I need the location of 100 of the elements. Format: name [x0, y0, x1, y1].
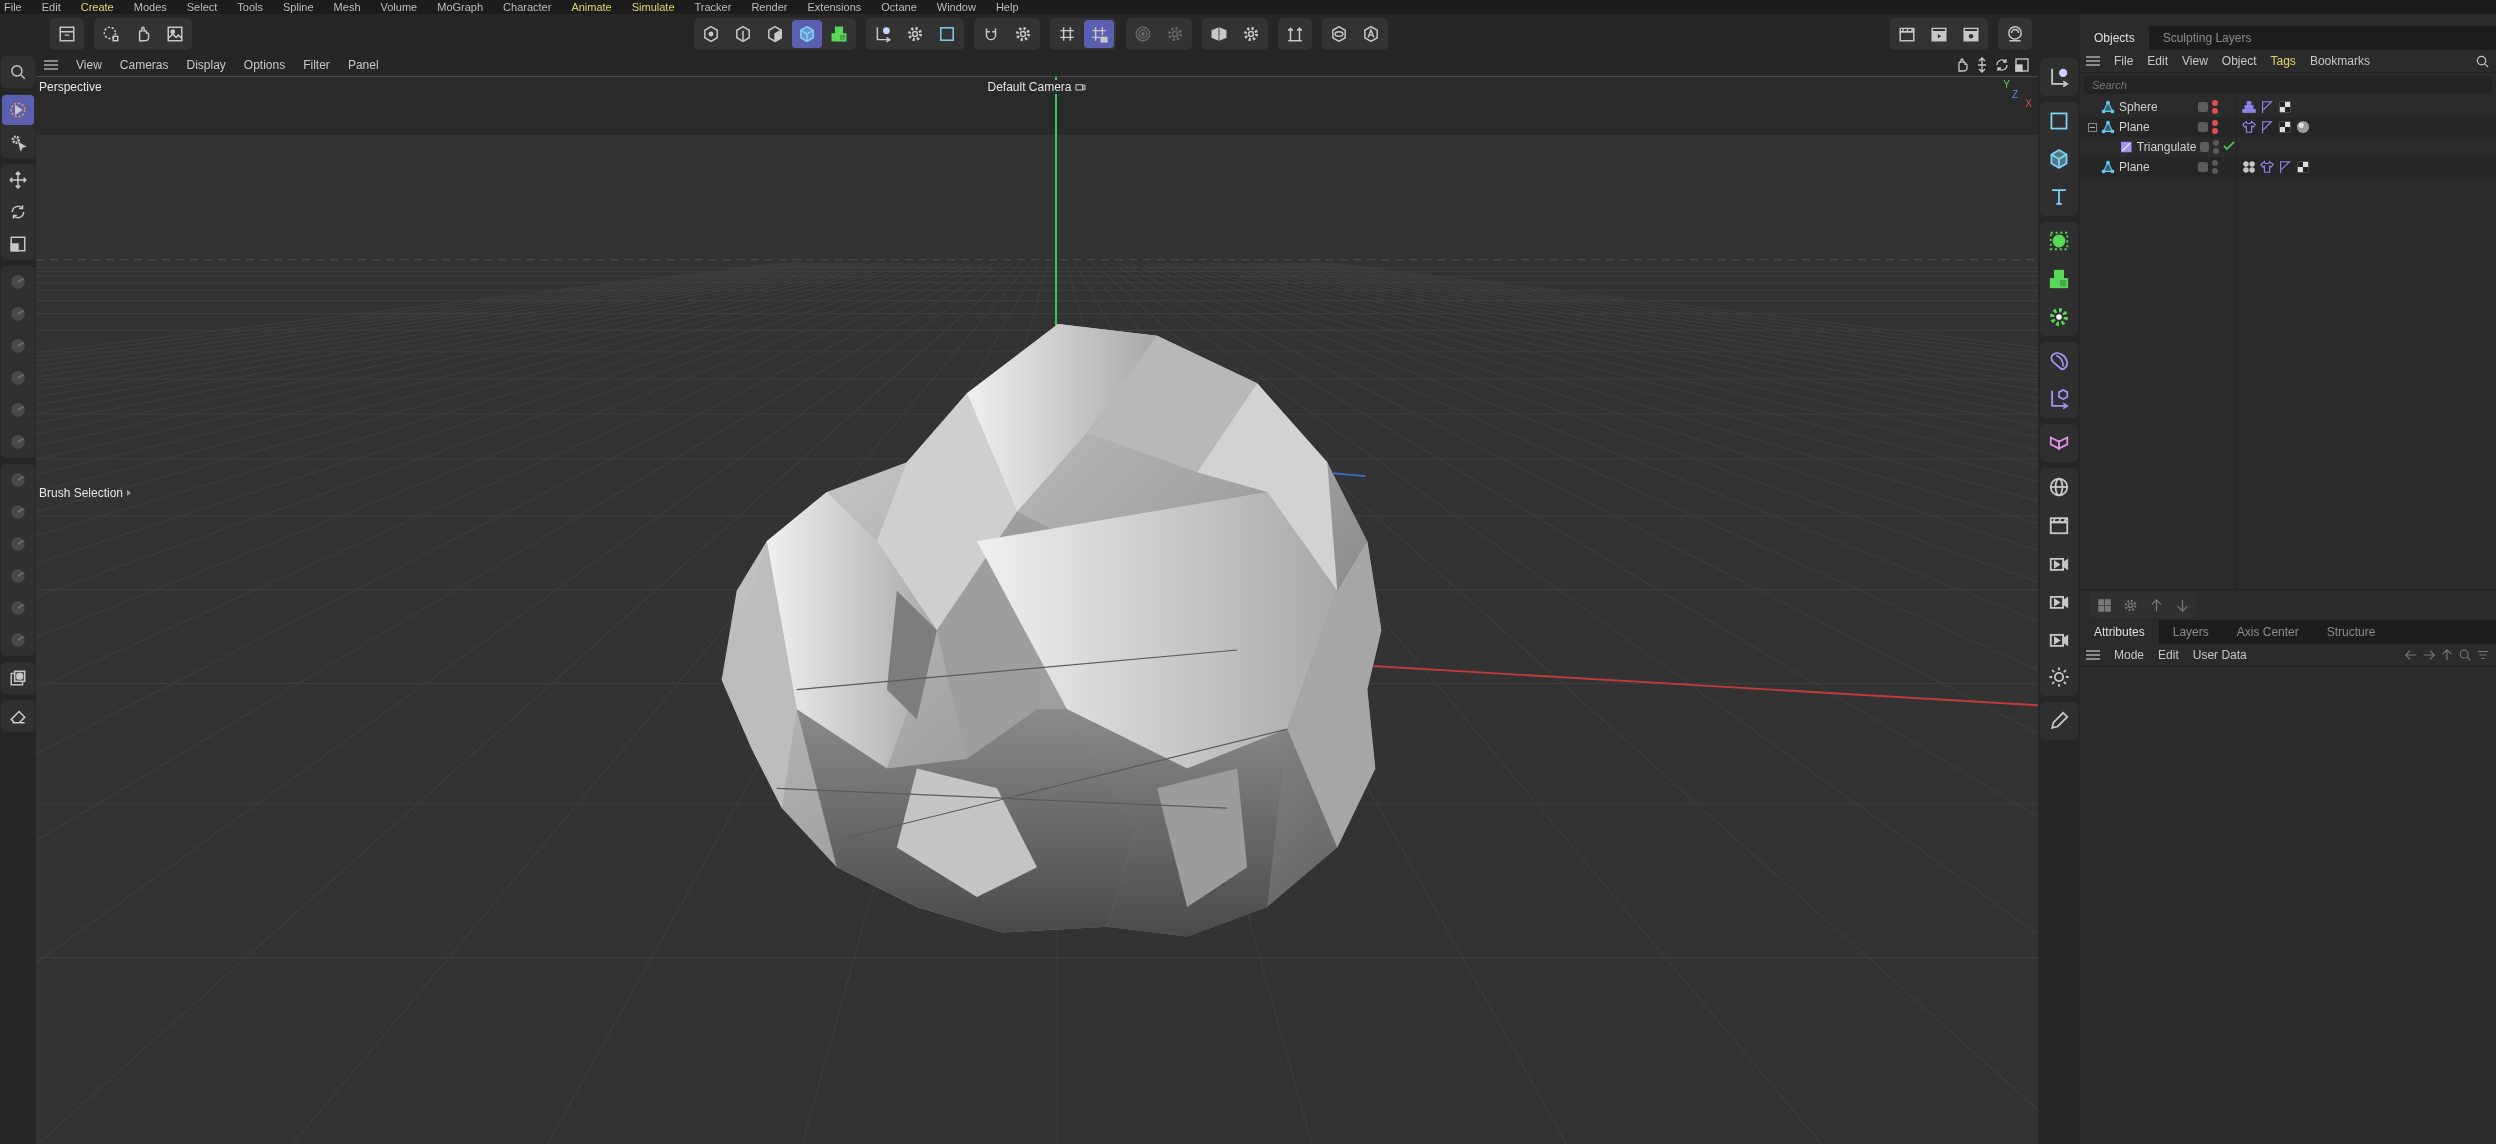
frame-icon [2014, 57, 2030, 73]
panel-tab[interactable]: Sculpting Layers [2148, 26, 2266, 50]
object-name[interactable]: Triangulate [2136, 140, 2197, 154]
brush-icon [9, 599, 27, 617]
object-name[interactable]: Sphere [2119, 100, 2194, 114]
gear-icon [1166, 25, 1184, 43]
halfcube-icon [766, 25, 784, 43]
search-button[interactable] [2458, 648, 2472, 662]
scale-icon [9, 235, 27, 253]
material-icon [2296, 120, 2310, 134]
orbit-button[interactable] [1994, 57, 2010, 73]
primitive-icon [2101, 160, 2115, 174]
back-button[interactable] [2404, 648, 2418, 662]
expand-toggle[interactable] [2088, 122, 2097, 132]
menu-item[interactable]: Character [503, 0, 552, 14]
deformer-icon [2048, 350, 2070, 372]
gear-icon [906, 25, 924, 43]
panel-tab[interactable]: Structure [2312, 620, 2390, 644]
viewport-canvas[interactable]: Perspective Default Camera Brush Selection Y Z X [36, 76, 2038, 1144]
grid-icon [1058, 25, 1076, 43]
view-name: Perspective [39, 80, 102, 94]
gridlock-button[interactable] [1084, 20, 1114, 48]
panel-menu-item[interactable]: Mode [2114, 648, 2145, 662]
shirt-icon [2242, 120, 2256, 134]
menu-item[interactable]: Modes [133, 0, 167, 14]
flower-icon [2048, 306, 2070, 328]
panel-menu-item[interactable]: Object [2221, 54, 2257, 68]
transform-icon [2048, 388, 2070, 410]
brush-icon [9, 305, 27, 323]
panel-menu-item[interactable]: Tags [2270, 54, 2296, 68]
viewport-menu-item[interactable]: View [76, 58, 102, 72]
viewport-menu-item[interactable]: Options [243, 58, 286, 72]
square-icon [2048, 110, 2070, 132]
check-icon[interactable] [2223, 139, 2236, 152]
visibility-dots[interactable] [2212, 160, 2218, 174]
menu-item[interactable]: Window [936, 0, 976, 14]
arrows-icon [1286, 25, 1304, 43]
menu-item[interactable]: Volume [380, 0, 418, 14]
panel-menu-item[interactable]: View [2182, 54, 2208, 68]
cube-icon [2048, 148, 2070, 170]
menu-item[interactable]: Spline [283, 0, 314, 14]
search-field[interactable]: Search [2084, 76, 2492, 94]
menu-icon[interactable] [2086, 650, 2100, 660]
menu-icon[interactable] [44, 60, 58, 70]
menu-item[interactable]: Help [995, 0, 1019, 14]
cubes-icon [2048, 268, 2070, 290]
cursor-button[interactable] [2, 95, 34, 125]
menu-item[interactable]: Mesh [333, 0, 361, 14]
menu-item[interactable]: Edit [41, 0, 61, 14]
brush-selection-label: Brush Selection [39, 486, 124, 500]
menu-item[interactable]: Select [186, 0, 218, 14]
visibility-dots[interactable] [2212, 120, 2218, 134]
forward-button[interactable] [2422, 648, 2436, 662]
globe-icon [2048, 476, 2070, 498]
menu-item[interactable]: Create [80, 0, 114, 14]
menu-item[interactable]: Simulate [631, 0, 675, 14]
visibility-dots[interactable] [2212, 100, 2218, 114]
viewport-menu-item[interactable]: Panel [347, 58, 379, 72]
panel-tab[interactable]: Layers [2158, 620, 2223, 644]
viewport-menu-item[interactable]: Display [186, 58, 226, 72]
menu-item[interactable]: Animate [571, 0, 612, 14]
search-icon [9, 63, 27, 81]
panel-tab[interactable]: Objects [2080, 26, 2149, 50]
menu-item[interactable]: Tools [237, 0, 264, 14]
panel-menu-item[interactable]: File [2114, 54, 2134, 68]
play-icon [1930, 25, 1948, 43]
pen-icon [2048, 710, 2070, 732]
camerasmall-icon [1074, 81, 1087, 93]
brush-icon [9, 433, 27, 451]
panel-menu-item[interactable]: User Data [2192, 648, 2247, 662]
visibility-dots[interactable] [2213, 140, 2220, 154]
layout-icon [2096, 597, 2112, 613]
menu-item[interactable]: Tracker [694, 0, 732, 14]
checker-icon [2296, 160, 2310, 174]
up-button[interactable] [2440, 648, 2454, 662]
menu-item[interactable]: MoGraph [437, 0, 484, 14]
panel-menu-item[interactable]: Edit [2158, 648, 2179, 662]
cube-button[interactable] [792, 20, 822, 48]
menu-item[interactable]: File [4, 0, 22, 14]
axis-icon [874, 25, 892, 43]
cubes-icon [830, 25, 848, 43]
phong-icon [2278, 160, 2292, 174]
layers-icon [9, 669, 27, 687]
viewport-menu-item[interactable]: Filter [303, 58, 330, 72]
primitive-icon [2101, 120, 2115, 134]
menu-item[interactable]: Extensions [807, 0, 862, 14]
forward-icon [2422, 648, 2436, 662]
menu-item[interactable]: Render [751, 0, 788, 14]
menu-item[interactable]: Octane [881, 0, 917, 14]
panel-tab[interactable]: Axis Center [2222, 620, 2313, 644]
frame-button[interactable] [2014, 57, 2030, 73]
cursor-icon [9, 101, 27, 119]
menu-icon[interactable] [2086, 56, 2100, 66]
viewport-menu-item[interactable]: Cameras [119, 58, 169, 72]
panel-tab[interactable]: Attributes [2080, 620, 2159, 644]
shirt-icon [2260, 160, 2274, 174]
panel-menu-item[interactable]: Edit [2147, 54, 2169, 68]
brush-icon [9, 471, 27, 489]
filter-button[interactable] [2476, 648, 2490, 662]
panel-menu-item[interactable]: Bookmarks [2309, 54, 2370, 68]
